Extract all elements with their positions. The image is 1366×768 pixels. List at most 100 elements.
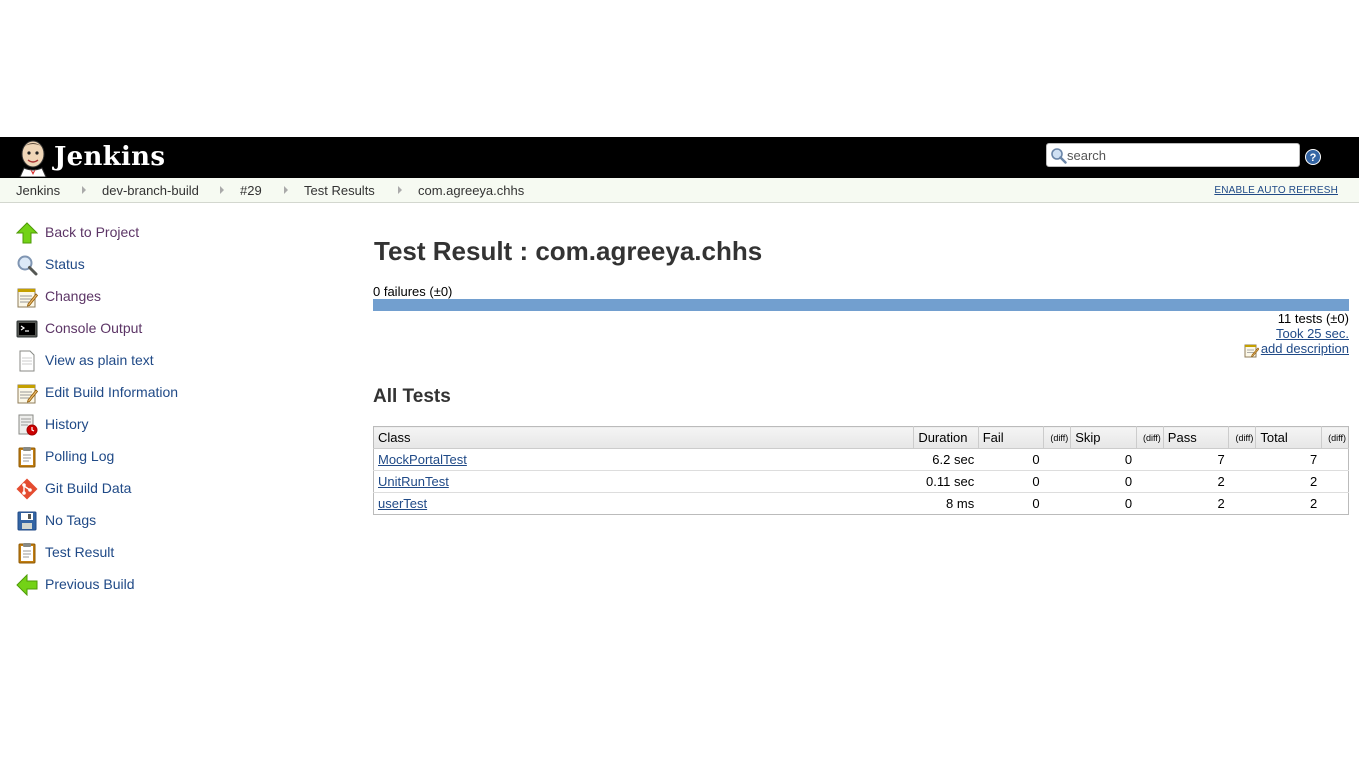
jenkins-logo-icon[interactable] — [16, 139, 50, 177]
notepad-icon — [17, 384, 38, 404]
total-diff-cell — [1321, 449, 1348, 471]
breadcrumb-item-test-results[interactable]: Test Results — [304, 183, 375, 198]
breadcrumb-arrow-icon[interactable] — [220, 186, 224, 194]
class-link-usertest[interactable]: userTest — [378, 496, 427, 511]
column-header-total[interactable]: Total — [1255, 426, 1322, 449]
fail-diff-cell — [1043, 470, 1071, 493]
fail-diff-cell — [1044, 449, 1071, 471]
task-git-build-data[interactable]: Git Build Data — [14, 476, 314, 502]
total-cell: 7 — [1310, 452, 1318, 467]
task-link-back-to-project[interactable]: Back to Project — [45, 224, 139, 240]
breadcrumb-item-job[interactable]: dev-branch-build — [102, 183, 199, 198]
column-header-fail[interactable]: Fail — [977, 426, 1044, 449]
page-title: Test Result : com.agreeya.chhs — [374, 236, 763, 266]
duration-cell: 8 ms — [913, 492, 979, 515]
column-header-pass[interactable]: Pass — [1162, 426, 1229, 449]
task-no-tags[interactable]: No Tags — [14, 508, 314, 534]
task-history[interactable]: History — [14, 412, 314, 438]
skip-cell: 0 — [1070, 470, 1137, 493]
terminal-icon — [16, 320, 38, 338]
breadcrumb-arrow-icon[interactable] — [82, 186, 86, 194]
breadcrumb-arrow-icon[interactable] — [398, 186, 402, 194]
class-link-mockportaltest[interactable]: MockPortalTest — [378, 452, 467, 467]
task-back-to-project[interactable]: Back to Project — [14, 220, 314, 246]
clipboard-icon — [18, 543, 36, 564]
fail-cell: 0 — [978, 492, 1044, 515]
column-header-duration[interactable]: Duration — [913, 426, 979, 449]
task-link-status[interactable]: Status — [45, 256, 85, 272]
pass-cell: 7 — [1217, 452, 1225, 467]
clipboard-icon — [18, 447, 36, 468]
task-link-previous-build[interactable]: Previous Build — [45, 576, 135, 592]
jenkins-page: Jenkins ? Jenkins dev-branch-build #29 T… — [0, 0, 1359, 768]
skip-diff-cell — [1136, 449, 1163, 471]
search-input[interactable] — [1067, 146, 1295, 164]
total-cell: 2 — [1255, 470, 1322, 493]
task-link-git-build-data[interactable]: Git Build Data — [45, 480, 131, 496]
task-link-no-tags[interactable]: No Tags — [45, 512, 96, 528]
tests-table: Class Duration Fail (diff) Skip (diff) P… — [373, 426, 1349, 515]
search-icon — [1051, 148, 1067, 164]
search-box[interactable] — [1046, 143, 1300, 167]
task-link-history[interactable]: History — [45, 416, 89, 432]
breadcrumb-item-package[interactable]: com.agreeya.chhs — [418, 183, 524, 198]
task-link-view-plain-text[interactable]: View as plain text — [45, 352, 154, 368]
failures-summary: 0 failures (±0) — [373, 284, 453, 299]
task-view-plain-text[interactable]: View as plain text — [14, 348, 314, 374]
task-edit-build-information[interactable]: Edit Build Information — [14, 380, 314, 406]
column-header-skip-diff[interactable]: (diff) — [1135, 426, 1164, 449]
fail-diff-cell — [1043, 492, 1071, 515]
history-icon — [18, 414, 38, 436]
class-cell: MockPortalTest — [374, 449, 914, 471]
save-icon — [17, 511, 37, 531]
table-header-row: Class Duration Fail (diff) Skip (diff) P… — [373, 426, 1349, 449]
skip-cell: 0 — [1124, 452, 1133, 467]
all-tests-heading: All Tests — [373, 386, 451, 407]
column-header-class[interactable]: Class — [373, 426, 914, 449]
brand-name[interactable]: Jenkins — [54, 140, 165, 174]
table-row: MockPortalTest 6.2 sec 0 0 7 7 — [374, 449, 1349, 471]
class-cell: UnitRunTest — [373, 470, 914, 493]
git-icon — [16, 478, 38, 500]
total-cell: 2 — [1255, 492, 1322, 515]
fail-cell: 0 — [1032, 452, 1040, 467]
task-status[interactable]: Status — [14, 252, 314, 278]
pass-cell: 2 — [1163, 470, 1229, 493]
breadcrumb-item-jenkins[interactable]: Jenkins — [16, 183, 60, 198]
table-row: UnitRunTest 0.11 sec 0 0 2 2 — [373, 470, 1349, 493]
task-link-console-output[interactable]: Console Output — [45, 320, 142, 336]
task-console-output[interactable]: Console Output — [14, 316, 314, 342]
table-row: userTest 8 ms 0 0 2 2 — [373, 492, 1349, 515]
task-link-test-result[interactable]: Test Result — [45, 544, 114, 560]
pass-diff-cell — [1228, 492, 1256, 515]
task-link-polling-log[interactable]: Polling Log — [45, 448, 114, 464]
fail-cell: 0 — [978, 470, 1044, 493]
column-header-pass-diff[interactable]: (diff) — [1228, 426, 1256, 449]
task-previous-build[interactable]: Previous Build — [14, 572, 314, 598]
left-arrow-icon — [16, 574, 38, 596]
duration-cell: 0.11 sec — [913, 470, 979, 493]
tests-count: 11 tests (±0) — [1277, 311, 1349, 326]
took-duration-link[interactable]: Took 25 sec. — [1276, 326, 1349, 341]
task-link-changes[interactable]: Changes — [45, 288, 101, 304]
skip-diff-cell — [1136, 470, 1164, 493]
enable-auto-refresh-link[interactable]: ENABLE AUTO REFRESH — [1214, 185, 1338, 196]
class-link-unitruntest[interactable]: UnitRunTest — [378, 474, 449, 489]
help-icon[interactable]: ? — [1305, 149, 1321, 165]
notepad-icon — [17, 288, 38, 308]
column-header-skip[interactable]: Skip — [1070, 426, 1137, 449]
task-test-result[interactable]: Test Result — [14, 540, 314, 566]
pass-cell: 2 — [1163, 492, 1229, 515]
breadcrumb-item-build[interactable]: #29 — [240, 183, 262, 198]
add-description-link[interactable]: add description — [1261, 341, 1349, 356]
skip-cell: 0 — [1070, 492, 1137, 515]
column-header-fail-diff[interactable]: (diff) — [1043, 426, 1071, 449]
notepad-icon[interactable] — [1244, 343, 1259, 358]
column-header-total-diff[interactable]: (diff) — [1320, 426, 1349, 449]
test-result-bar — [373, 299, 1349, 311]
task-link-edit-build-information[interactable]: Edit Build Information — [45, 384, 178, 400]
task-polling-log[interactable]: Polling Log — [14, 444, 314, 470]
breadcrumb-arrow-icon[interactable] — [284, 186, 288, 194]
search-icon — [17, 255, 38, 276]
task-changes[interactable]: Changes — [14, 284, 314, 310]
